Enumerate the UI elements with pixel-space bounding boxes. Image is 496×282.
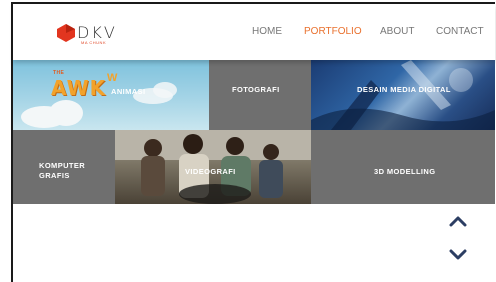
nav-contact[interactable]: CONTACT xyxy=(436,26,484,37)
tile-label-komputer: KOMPUTER xyxy=(39,161,86,170)
tile-label-desain: DESAIN MEDIA DIGITAL xyxy=(357,85,451,94)
nav-about[interactable]: ABOUT xyxy=(380,26,414,37)
tile-3d-modelling[interactable]: 3D MODELLING xyxy=(311,130,495,204)
nav-portfolio[interactable]: PORTFOLIO xyxy=(304,26,362,37)
tile-videografi[interactable]: VIDEOGRAFI xyxy=(115,130,311,204)
desain-photo-image xyxy=(311,60,495,130)
tile-fotografi[interactable]: FOTOGRAFI xyxy=(209,60,311,130)
tile-label-animasi: ANIMASI xyxy=(111,87,146,96)
chevron-up-icon[interactable] xyxy=(448,214,468,228)
chevron-down-icon[interactable] xyxy=(448,248,468,262)
nav-home[interactable]: HOME xyxy=(252,26,282,37)
animasi-banner: AWK xyxy=(51,76,107,100)
cloud-shape xyxy=(49,100,83,126)
logo-subtitle: MA CHUNK xyxy=(81,40,107,45)
cloud-shape xyxy=(153,82,177,98)
tile-desain-media-digital[interactable]: DESAIN MEDIA DIGITAL xyxy=(311,60,495,130)
tile-label-fotografi: FOTOGRAFI xyxy=(232,85,280,94)
site-logo[interactable]: DKV MA CHUNK xyxy=(57,22,127,48)
tile-komputer-grafis[interactable]: KOMPUTER GRAFIS xyxy=(13,130,115,204)
logo-mark-icon xyxy=(57,24,75,42)
tile-label-videografi: VIDEOGRAFI xyxy=(185,167,236,176)
animasi-banner-sup: W xyxy=(107,72,118,84)
tile-label-grafis: GRAFIS xyxy=(39,171,70,180)
tile-label-3d-modelling: 3D MODELLING xyxy=(374,167,436,176)
site-header: DKV MA CHUNK HOME PORTFOLIO ABOUT CONTAC… xyxy=(13,4,495,60)
tile-animasi[interactable]: THE AWK W ANIMASI xyxy=(13,60,209,130)
